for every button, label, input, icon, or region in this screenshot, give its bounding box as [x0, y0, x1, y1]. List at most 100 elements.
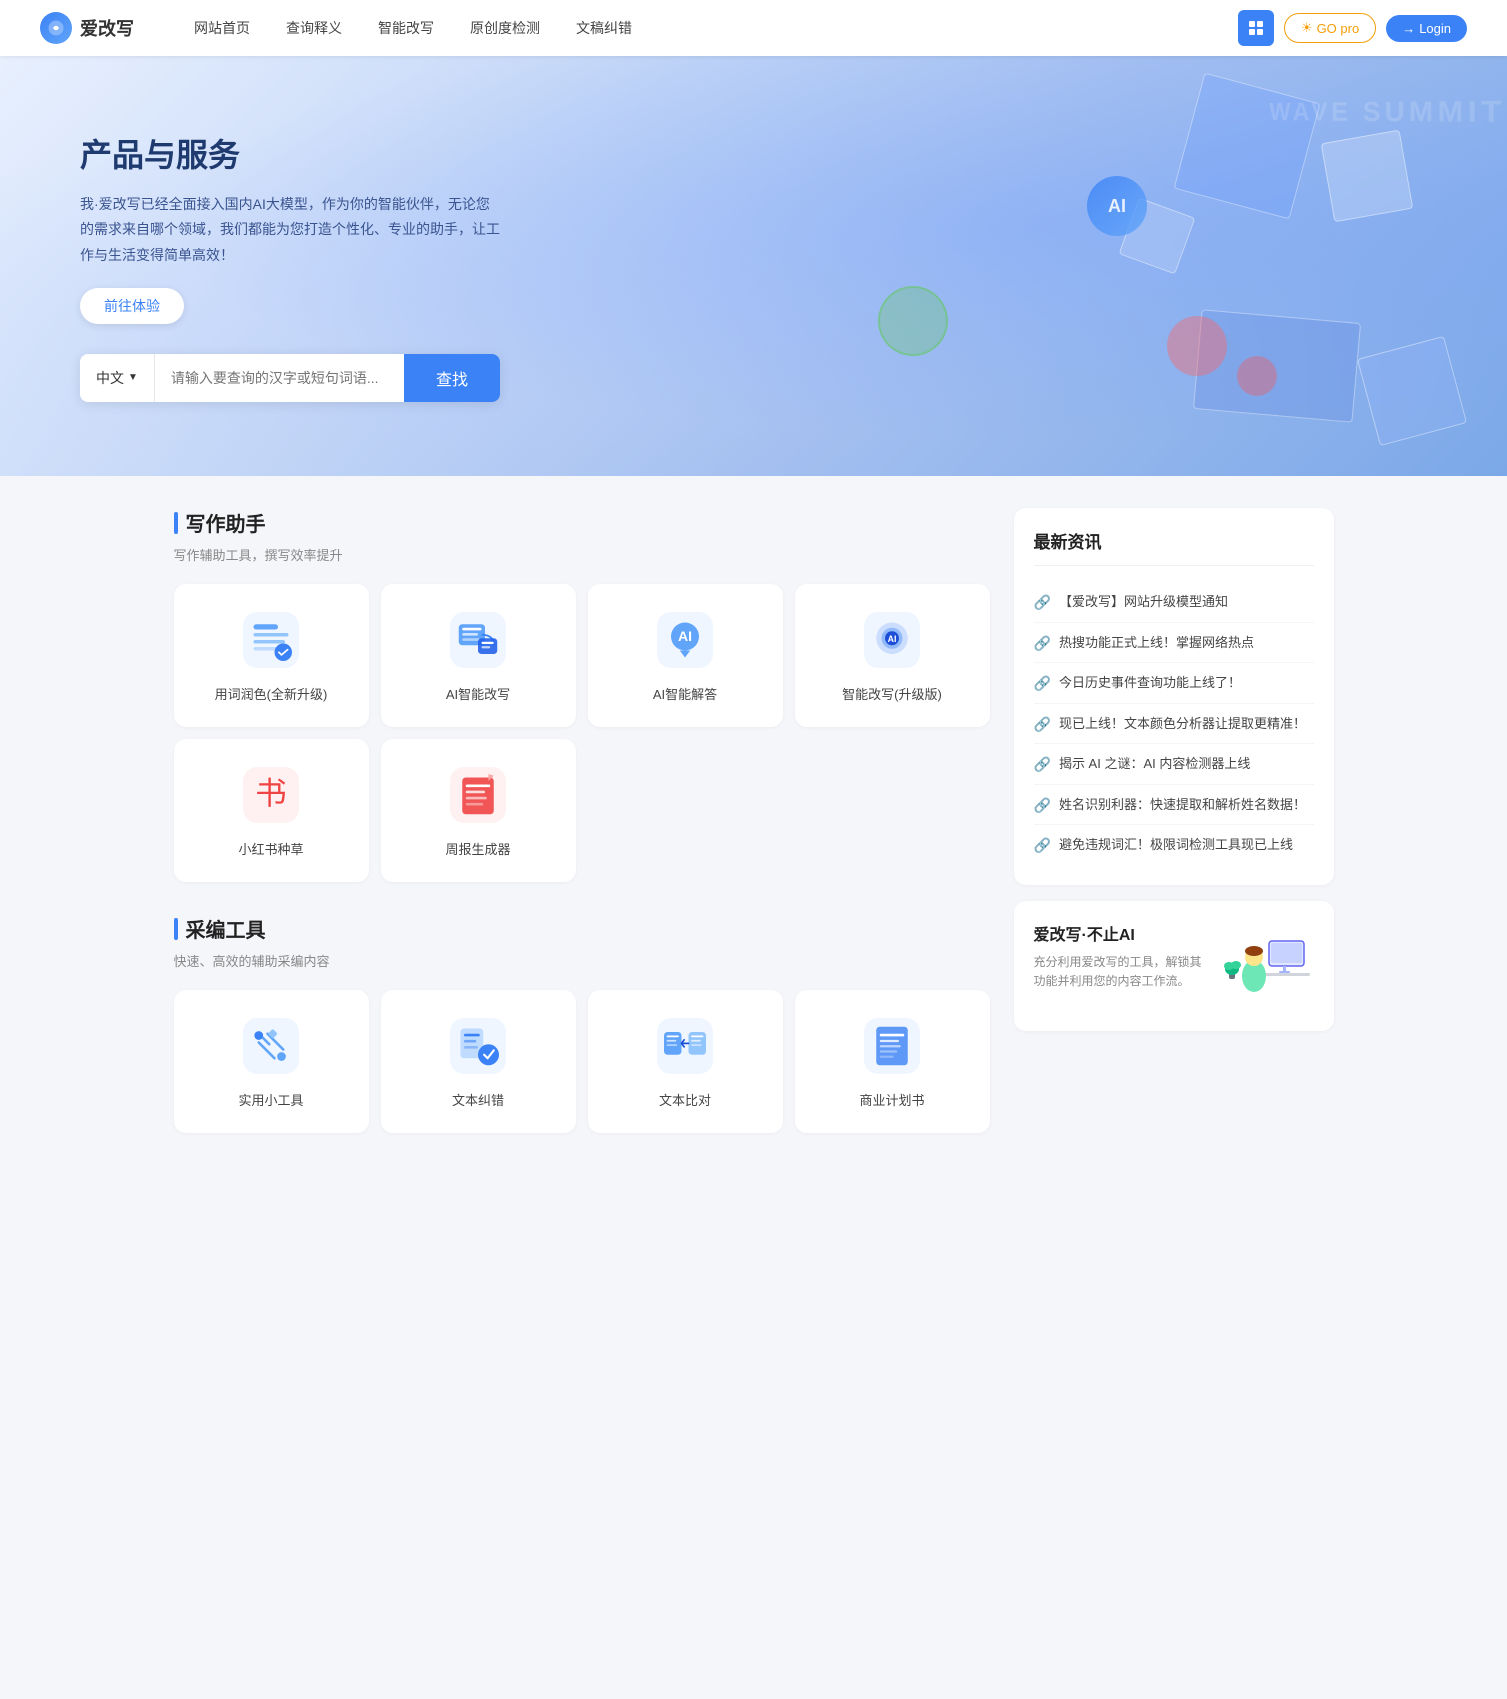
svg-text:AI: AI	[888, 634, 897, 644]
card-utility-tools[interactable]: 实用小工具	[174, 990, 369, 1133]
card-xiaohongshu[interactable]: 书 小红书种草	[174, 739, 369, 882]
deco-cube-2	[1321, 130, 1414, 223]
card-smart-rewrite[interactable]: AI 智能改写(升级版)	[795, 584, 990, 727]
card-word-color[interactable]: 用词润色(全新升级)	[174, 584, 369, 727]
logo[interactable]: 爱改写	[40, 12, 134, 44]
xiaohongshu-icon: 书	[239, 763, 303, 827]
smart-rewrite-icon: AI	[860, 608, 924, 672]
text-proofread-icon	[446, 1014, 510, 1078]
ai-rewrite-label: AI智能改写	[446, 684, 510, 703]
news-item-0[interactable]: 🔗 【爱改写】网站升级模型通知	[1034, 582, 1314, 623]
business-plan-icon	[860, 1014, 924, 1078]
svg-text:AI: AI	[678, 628, 692, 644]
utility-tools-icon	[239, 1014, 303, 1078]
card-ai-answer[interactable]: AI AI智能解答	[588, 584, 783, 727]
deco-hex-2	[1237, 356, 1277, 396]
news-item-1[interactable]: 🔗 热搜功能正式上线！掌握网络热点	[1034, 623, 1314, 664]
nav-link-originality[interactable]: 原创度检测	[470, 18, 540, 38]
card-weekly-report[interactable]: 周报生成器	[381, 739, 576, 882]
link-icon-5: 🔗	[1034, 797, 1051, 814]
main-content: 写作助手 写作辅助工具，撰写效率提升 用词润色(全新升级)	[154, 476, 1354, 1197]
search-input[interactable]	[155, 354, 404, 402]
ai-answer-icon: AI	[653, 608, 717, 672]
promo-illustration	[1224, 921, 1314, 1011]
promo-description: 充分利用爱改写的工具，解锁其功能并利用您的内容工作流。	[1034, 953, 1212, 991]
link-icon-3: 🔗	[1034, 716, 1051, 733]
try-button[interactable]: 前往体验	[80, 288, 184, 324]
bottom-spacer	[0, 1197, 1507, 1237]
news-item-3[interactable]: 🔗 现已上线！文本颜色分析器让提取更精准！	[1034, 704, 1314, 745]
weekly-report-label: 周报生成器	[445, 839, 510, 858]
card-text-compare[interactable]: 文本比对	[588, 990, 783, 1133]
login-icon: →	[1402, 21, 1415, 36]
writing-section-title: 写作助手	[174, 508, 990, 537]
login-button[interactable]: → Login	[1386, 15, 1467, 42]
left-column: 写作助手 写作辅助工具，撰写效率提升 用词润色(全新升级)	[174, 508, 990, 1165]
promo-title: 爱改写·不止AI	[1034, 921, 1212, 945]
writing-cards-grid: 用词润色(全新升级) AI智	[174, 584, 990, 882]
ai-answer-label: AI智能解答	[653, 684, 717, 703]
hero-decoration: WAVE SUMMIT AI	[678, 56, 1507, 476]
promo-text: 爱改写·不止AI 充分利用爱改写的工具，解锁其功能并利用您的内容工作流。	[1034, 921, 1212, 991]
navbar: 爱改写 网站首页 查询释义 智能改写 原创度检测 文稿纠错 ☀ GO pro →…	[0, 0, 1507, 56]
weekly-report-icon	[446, 763, 510, 827]
ai-rewrite-icon	[446, 608, 510, 672]
card-business-plan[interactable]: 商业计划书	[795, 990, 990, 1133]
language-selector[interactable]: 中文 ▼	[80, 354, 155, 402]
news-item-2[interactable]: 🔗 今日历史事件查询功能上线了！	[1034, 663, 1314, 704]
word-color-label: 用词润色(全新升级)	[215, 684, 328, 703]
green-circle	[878, 286, 948, 356]
promo-panel: 爱改写·不止AI 充分利用爱改写的工具，解锁其功能并利用您的内容工作流。	[1014, 901, 1334, 1031]
hero-subtitle: 我·爱改写已经全面接入国内AI大模型，作为你的智能伙伴，无论您的需求来自哪个领域…	[80, 192, 500, 268]
news-item-4[interactable]: 🔗 揭示 AI 之谜：AI 内容检测器上线	[1034, 744, 1314, 785]
nav-links: 网站首页 查询释义 智能改写 原创度检测 文稿纠错	[194, 18, 1238, 38]
news-text-5: 姓名识别利器：快速提取和解析姓名数据！	[1059, 795, 1306, 815]
smart-rewrite-label: 智能改写(升级版)	[842, 684, 942, 703]
news-text-6: 避免违规词汇！极限词检测工具现已上线	[1059, 835, 1293, 855]
wave-summit-text: WAVE SUMMIT	[1270, 94, 1507, 130]
right-column: 最新资讯 🔗 【爱改写】网站升级模型通知 🔗 热搜功能正式上线！掌握网络热点 🔗…	[1014, 508, 1334, 1165]
nav-link-query[interactable]: 查询释义	[286, 18, 342, 38]
business-plan-label: 商业计划书	[859, 1090, 924, 1109]
text-compare-icon	[653, 1014, 717, 1078]
tools-cards-grid: 实用小工具 文本纠错	[174, 990, 990, 1133]
news-panel: 最新资讯 🔗 【爱改写】网站升级模型通知 🔗 热搜功能正式上线！掌握网络热点 🔗…	[1014, 508, 1334, 885]
hero-title: 产品与服务	[80, 130, 500, 176]
link-icon-4: 🔗	[1034, 756, 1051, 773]
link-icon-1: 🔗	[1034, 635, 1051, 652]
news-text-2: 今日历史事件查询功能上线了！	[1059, 673, 1241, 693]
card-ai-rewrite[interactable]: AI智能改写	[381, 584, 576, 727]
nav-link-proofread[interactable]: 文稿纠错	[576, 18, 632, 38]
deco-hex-1	[1167, 316, 1227, 376]
writing-section-subtitle: 写作辅助工具，撰写效率提升	[174, 545, 990, 564]
news-text-1: 热搜功能正式上线！掌握网络热点	[1059, 633, 1254, 653]
nav-link-home[interactable]: 网站首页	[194, 18, 250, 38]
logo-icon	[40, 12, 72, 44]
news-item-5[interactable]: 🔗 姓名识别利器：快速提取和解析姓名数据！	[1034, 785, 1314, 826]
hero-content: 产品与服务 我·爱改写已经全面接入国内AI大模型，作为你的智能伙伴，无论您的需求…	[0, 130, 500, 402]
logo-text: 爱改写	[80, 15, 134, 41]
nav-buttons: ☀ GO pro → Login	[1238, 10, 1467, 46]
tools-section-title: 采编工具	[174, 914, 990, 943]
news-text-0: 【爱改写】网站升级模型通知	[1059, 592, 1228, 612]
utility-tools-label: 实用小工具	[238, 1090, 303, 1109]
go-pro-button[interactable]: ☀ GO pro	[1284, 13, 1376, 43]
text-proofread-label: 文本纠错	[452, 1090, 504, 1109]
link-icon-0: 🔗	[1034, 594, 1051, 611]
chevron-down-icon: ▼	[128, 372, 138, 383]
search-button[interactable]: 查找	[404, 354, 500, 402]
hero-section: WAVE SUMMIT AI 产品与服务 我·爱改写已经全面接入国内AI大模型，…	[0, 56, 1507, 476]
card-text-proofread[interactable]: 文本纠错	[381, 990, 576, 1133]
news-item-6[interactable]: 🔗 避免违规词汇！极限词检测工具现已上线	[1034, 825, 1314, 865]
deco-cube-1	[1174, 73, 1321, 220]
news-text-3: 现已上线！文本颜色分析器让提取更精准！	[1059, 714, 1306, 734]
news-title: 最新资讯	[1034, 528, 1314, 566]
tools-section-subtitle: 快速、高效的辅助采编内容	[174, 951, 990, 970]
xiaohongshu-label: 小红书种草	[238, 839, 303, 858]
word-color-icon	[239, 608, 303, 672]
deco-cube-5	[1357, 336, 1467, 446]
svg-text:书: 书	[255, 775, 287, 811]
nav-link-rewrite[interactable]: 智能改写	[378, 18, 434, 38]
grid-button[interactable]	[1238, 10, 1274, 46]
link-icon-6: 🔗	[1034, 837, 1051, 854]
